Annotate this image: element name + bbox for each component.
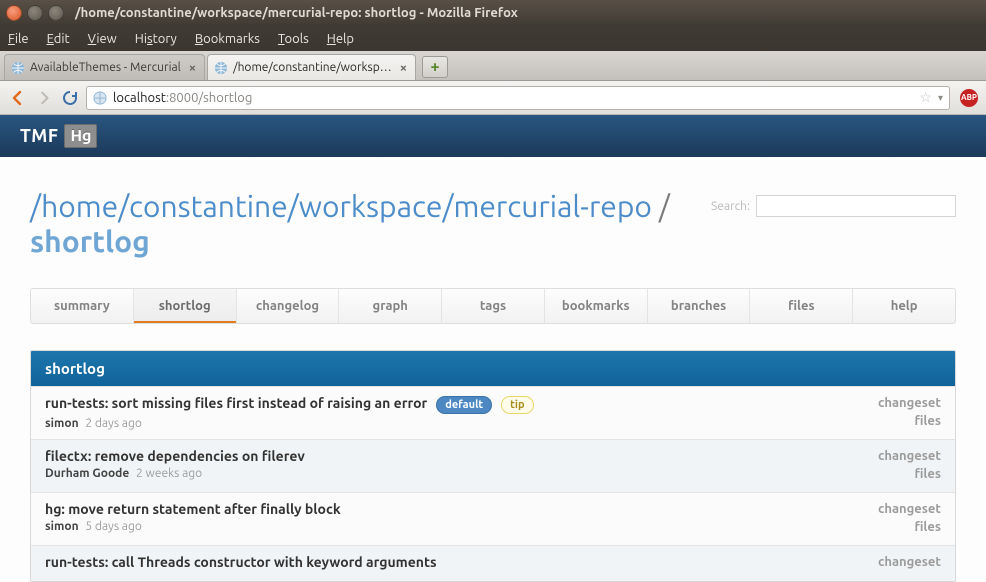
- commit-row: run-tests: sort missing files first inst…: [31, 386, 955, 439]
- browser-tab[interactable]: /home/constantine/worksp… ×: [207, 54, 416, 80]
- nav-back-button[interactable]: [8, 88, 28, 108]
- page-subtitle: shortlog: [30, 224, 956, 259]
- browser-tab-strip: AvailableThemes - Mercurial × /home/cons…: [0, 51, 986, 81]
- branch-badge[interactable]: default: [436, 396, 492, 414]
- changeset-link[interactable]: changeset: [878, 554, 941, 572]
- tab-label: /home/constantine/worksp…: [233, 61, 392, 74]
- new-tab-button[interactable]: +: [422, 56, 448, 78]
- globe-icon: [93, 91, 107, 105]
- url-path: /shortlog: [198, 91, 252, 105]
- window-close-button[interactable]: [6, 5, 22, 21]
- tab-files[interactable]: files: [750, 289, 853, 323]
- search-area: Search:: [711, 195, 956, 217]
- commit-title[interactable]: filectx: remove dependencies on filerev: [45, 448, 305, 464]
- tab-summary[interactable]: summary: [31, 289, 134, 323]
- nav-forward-button: [34, 88, 54, 108]
- arrow-right-icon: [36, 90, 52, 106]
- hg-logo: Hg: [64, 124, 97, 148]
- commit-title[interactable]: run-tests: call Threads constructor with…: [45, 554, 437, 570]
- changeset-link[interactable]: changeset: [878, 501, 941, 519]
- panel-title: shortlog: [31, 351, 955, 386]
- tab-changelog[interactable]: changelog: [237, 289, 340, 323]
- menu-view[interactable]: View: [88, 32, 117, 46]
- window-titlebar: /home/constantine/workspace/mercurial-re…: [0, 0, 986, 26]
- globe-icon: [214, 61, 228, 75]
- menu-tools[interactable]: Tools: [278, 32, 309, 46]
- bookmark-star-icon[interactable]: ☆: [919, 89, 932, 106]
- tab-graph[interactable]: graph: [339, 289, 442, 323]
- menu-history[interactable]: History: [135, 32, 177, 46]
- tab-close-icon[interactable]: ×: [189, 61, 196, 75]
- commit-author: Durham Goode: [45, 467, 129, 480]
- window-maximize-button[interactable]: [48, 5, 64, 21]
- tip-badge[interactable]: tip: [501, 396, 533, 414]
- browser-toolbar: localhost:8000/shortlog ☆ ▾ ABP: [0, 81, 986, 115]
- browser-tab[interactable]: AvailableThemes - Mercurial ×: [4, 54, 205, 80]
- menu-bar: File Edit View History Bookmarks Tools H…: [0, 26, 986, 51]
- site-banner: TMF Hg: [0, 115, 986, 157]
- files-link[interactable]: files: [878, 466, 941, 484]
- shortlog-panel: shortlog run-tests: sort missing files f…: [30, 350, 956, 582]
- page-content: TMF Hg Search: /home/constantine/workspa…: [0, 115, 986, 582]
- repo-path-link[interactable]: /home/constantine/workspace/mercurial-re…: [30, 189, 652, 223]
- heading-separator: /: [652, 189, 670, 223]
- menu-file[interactable]: File: [8, 32, 29, 46]
- menu-edit[interactable]: Edit: [47, 32, 70, 46]
- commit-age: 2 days ago: [85, 417, 142, 430]
- url-dropdown-icon[interactable]: ▾: [938, 92, 943, 104]
- nav-reload-button[interactable]: [60, 88, 80, 108]
- tab-tags[interactable]: tags: [442, 289, 545, 323]
- menu-help[interactable]: Help: [327, 32, 354, 46]
- commit-title[interactable]: hg: move return statement after finally …: [45, 501, 341, 517]
- commit-title[interactable]: run-tests: sort missing files first inst…: [45, 395, 427, 411]
- changeset-link[interactable]: changeset: [878, 395, 941, 413]
- search-label: Search:: [711, 200, 750, 213]
- commit-age: 5 days ago: [85, 520, 142, 533]
- tab-close-icon[interactable]: ×: [400, 61, 407, 75]
- arrow-left-icon: [9, 89, 27, 107]
- url-bar[interactable]: localhost:8000/shortlog ☆ ▾: [86, 86, 950, 110]
- search-input[interactable]: [756, 195, 956, 217]
- window-minimize-button[interactable]: [27, 5, 43, 21]
- window-title: /home/constantine/workspace/mercurial-re…: [75, 6, 518, 20]
- commit-author: simon: [45, 417, 79, 430]
- tab-label: AvailableThemes - Mercurial: [30, 61, 181, 74]
- commit-author: simon: [45, 520, 79, 533]
- brand-label: TMF: [20, 126, 58, 146]
- commit-age: 2 weeks ago: [136, 467, 202, 480]
- adblock-plus-icon[interactable]: ABP: [960, 89, 978, 107]
- tab-shortlog[interactable]: shortlog: [134, 289, 237, 323]
- tab-bookmarks[interactable]: bookmarks: [545, 289, 648, 323]
- commit-row: filectx: remove dependencies on filerev …: [31, 439, 955, 492]
- tab-branches[interactable]: branches: [648, 289, 751, 323]
- changeset-link[interactable]: changeset: [878, 448, 941, 466]
- reload-icon: [62, 90, 78, 106]
- files-link[interactable]: files: [878, 413, 941, 431]
- menu-bookmarks[interactable]: Bookmarks: [195, 32, 260, 46]
- tab-help[interactable]: help: [853, 289, 955, 323]
- commit-row: hg: move return statement after finally …: [31, 492, 955, 545]
- url-host: localhost: [113, 91, 166, 105]
- files-link[interactable]: files: [878, 519, 941, 537]
- url-port: :8000: [166, 91, 199, 105]
- repo-nav-tabs: summary shortlog changelog graph tags bo…: [30, 288, 956, 324]
- commit-row: run-tests: call Threads constructor with…: [31, 545, 955, 581]
- globe-icon: [11, 61, 25, 75]
